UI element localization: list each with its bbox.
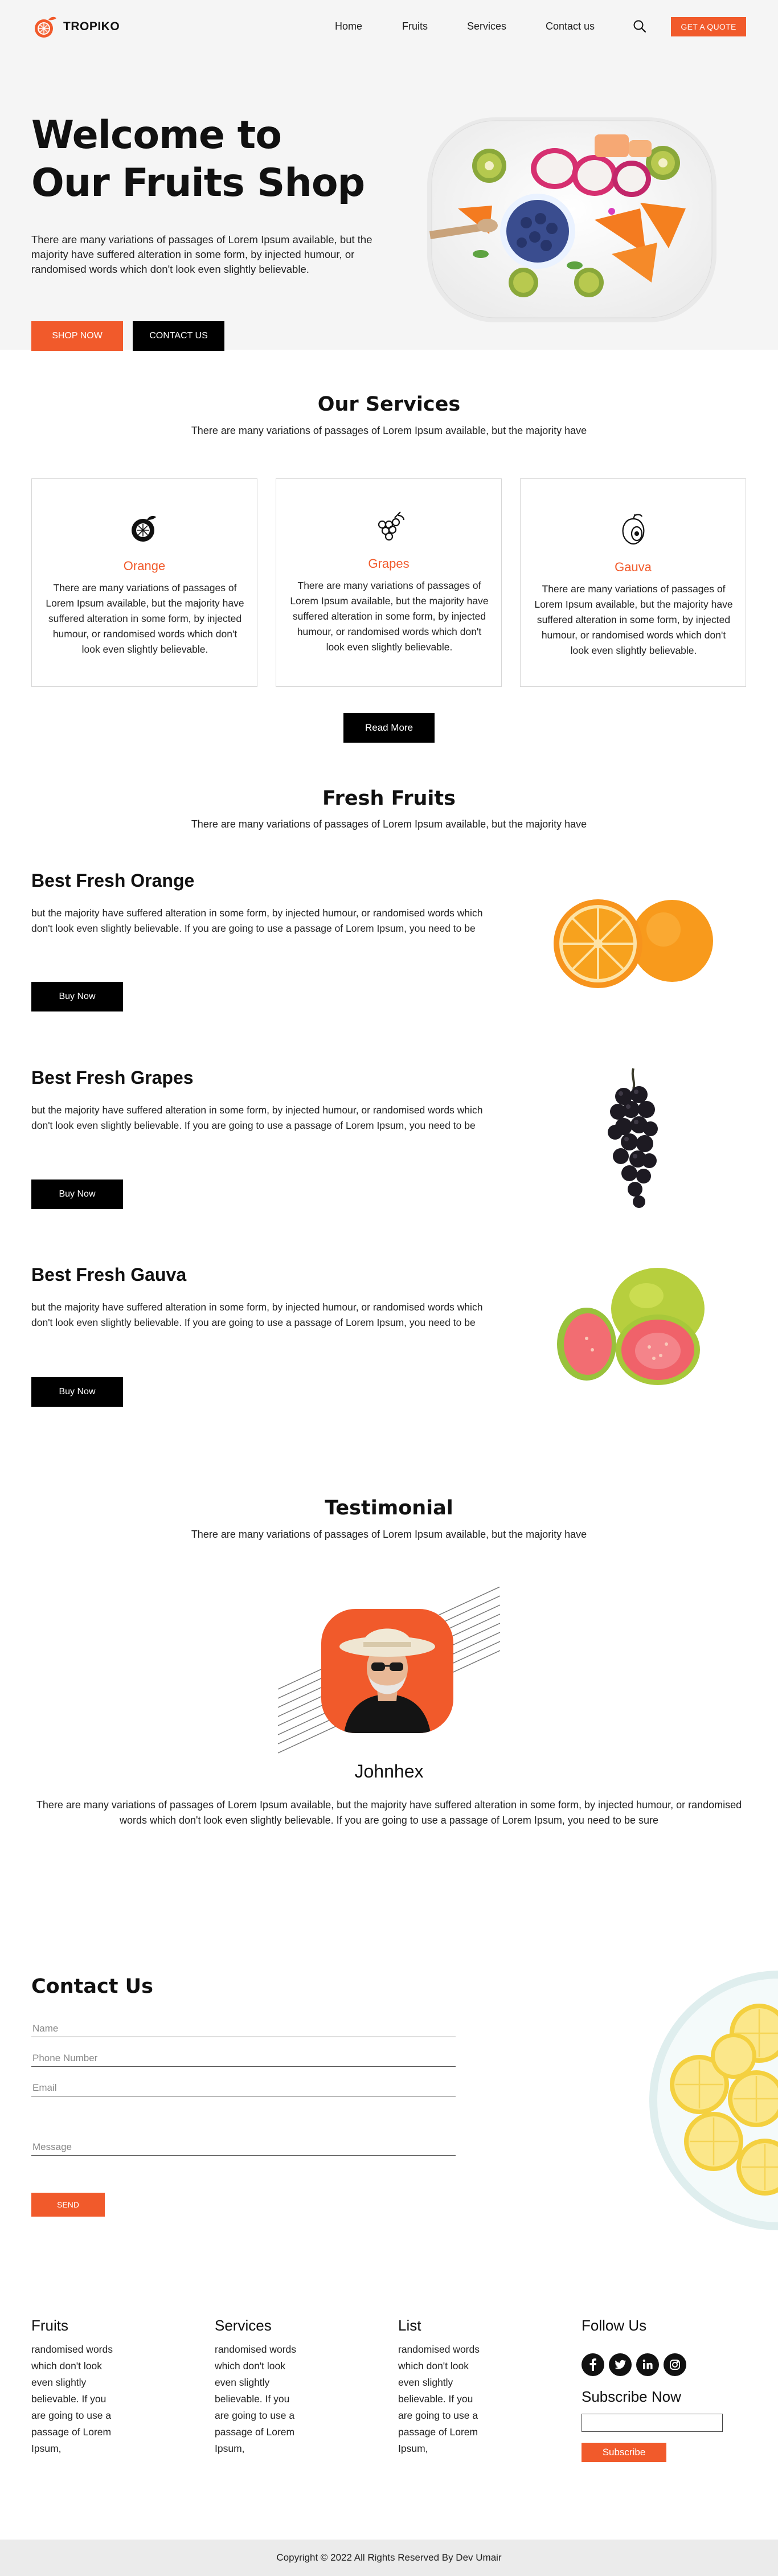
read-more-button[interactable]: Read More [343, 713, 435, 743]
footer-column-services: Services randomised words which don't lo… [215, 2317, 329, 2457]
fruit-text-orange: but the majority have suffered alteratio… [31, 907, 483, 934]
testimonial-name: Johnhex [354, 1761, 424, 1782]
linkedin-icon[interactable] [636, 2353, 659, 2376]
hero-text: There are many variations of passages of… [31, 234, 372, 275]
service-card-title: Grapes [368, 556, 410, 571]
footer-heading: List [398, 2317, 421, 2334]
buy-now-grapes-button[interactable]: Buy Now [31, 1180, 123, 1209]
orange-icon [128, 511, 162, 545]
hero-title-line-2: Our Fruits Shop [31, 161, 365, 206]
footer-column-fruits: Fruits randomised words which don't look… [31, 2317, 145, 2457]
avatar [321, 1609, 453, 1733]
service-card-title: Orange [123, 559, 166, 573]
fruit-title-orange: Best Fresh Orange [31, 870, 195, 891]
footer-heading: Services [215, 2317, 272, 2334]
testimonial-quote: There are many variations of passages of… [36, 1799, 742, 1826]
subscribe-email-input[interactable] [582, 2414, 723, 2432]
send-button[interactable]: SEND [31, 2193, 105, 2217]
fruit-text-grapes: but the majority have suffered alteratio… [31, 1104, 483, 1131]
service-card-text: There are many variations of passages of… [290, 580, 489, 653]
footer-text: randomised words which don't look even s… [215, 2344, 296, 2454]
guava-image [552, 1264, 718, 1390]
subscribe-button[interactable]: Subscribe [582, 2443, 666, 2462]
nav-home[interactable]: Home [335, 21, 369, 32]
testimonial-title: Testimonial [325, 1497, 453, 1520]
fruit-title-grapes: Best Fresh Grapes [31, 1067, 194, 1088]
social-links [582, 2353, 686, 2376]
service-card-orange: Orange There are many variations of pass… [31, 478, 257, 687]
guava-icon [616, 512, 650, 546]
follow-us-heading: Follow Us [582, 2317, 647, 2334]
twitter-icon[interactable] [609, 2353, 632, 2376]
service-card-title: Gauva [615, 560, 652, 574]
message-field[interactable] [31, 2139, 456, 2156]
facebook-icon[interactable] [582, 2353, 604, 2376]
fruit-plate-image [424, 112, 720, 328]
instagram-icon[interactable] [664, 2353, 686, 2376]
logo-text: TROPIKO [63, 20, 120, 33]
hero-title: Welcome to Our Fruits Shop [31, 112, 396, 207]
contact-title: Contact Us [31, 1975, 153, 1998]
fruit-text-guava: but the majority have suffered alteratio… [31, 1301, 483, 1328]
fruit-title-guava: Best Fresh Gauva [31, 1264, 187, 1285]
get-quote-button[interactable]: GET A QUOTE [671, 17, 746, 36]
buy-now-orange-button[interactable]: Buy Now [31, 982, 123, 1011]
nav-fruits[interactable]: Fruits [402, 21, 436, 32]
contact-us-button[interactable]: CONTACT US [133, 321, 224, 351]
orange-image [552, 890, 718, 992]
footer-text: randomised words which don't look even s… [31, 2344, 113, 2454]
email-field[interactable] [31, 2079, 456, 2096]
footer-heading: Fruits [31, 2317, 68, 2334]
search-icon[interactable] [632, 19, 647, 34]
footer-text: randomised words which don't look even s… [398, 2344, 480, 2454]
nav-services[interactable]: Services [467, 21, 518, 32]
footer-column-list: List randomised words which don't look e… [398, 2317, 512, 2457]
services-subtitle: There are many variations of passages of… [191, 425, 587, 436]
buy-now-guava-button[interactable]: Buy Now [31, 1377, 123, 1407]
phone-field[interactable] [31, 2050, 456, 2067]
service-card-grapes: Grapes There are many variations of pass… [276, 478, 502, 687]
navbar: TROPIKO Home Fruits Services Contact us … [0, 0, 778, 55]
hero-title-line-1: Welcome to [31, 113, 282, 158]
shop-now-button[interactable]: SHOP NOW [31, 321, 123, 351]
copyright-text: Copyright © 2022 All Rights Reserved By … [276, 2552, 502, 2563]
grapes-image [598, 1065, 672, 1213]
page: TROPIKO Home Fruits Services Contact us … [0, 0, 778, 2576]
logo-fruit-icon [31, 15, 60, 39]
service-card-text: There are many variations of passages of… [534, 583, 733, 656]
grapes-icon [372, 510, 406, 544]
copyright-bar: Copyright © 2022 All Rights Reserved By … [0, 2540, 778, 2576]
services-title: Our Services [317, 393, 461, 416]
service-card-guava: Gauva There are many variations of passa… [520, 478, 746, 687]
fruits-subtitle: There are many variations of passages of… [191, 818, 587, 830]
testimonial-subtitle: There are many variations of passages of… [191, 1529, 587, 1540]
service-card-text: There are many variations of passages of… [46, 582, 244, 655]
name-field[interactable] [31, 2020, 456, 2037]
logo[interactable]: TROPIKO [31, 15, 120, 39]
footer-column-follow: Follow Us [582, 2317, 695, 2335]
nav-contact[interactable]: Contact us [546, 21, 614, 32]
fruits-title: Fresh Fruits [322, 787, 456, 810]
hero-section: TROPIKO Home Fruits Services Contact us … [0, 0, 778, 351]
lemons-image [642, 1971, 778, 2233]
subscribe-heading: Subscribe Now [582, 2388, 681, 2405]
